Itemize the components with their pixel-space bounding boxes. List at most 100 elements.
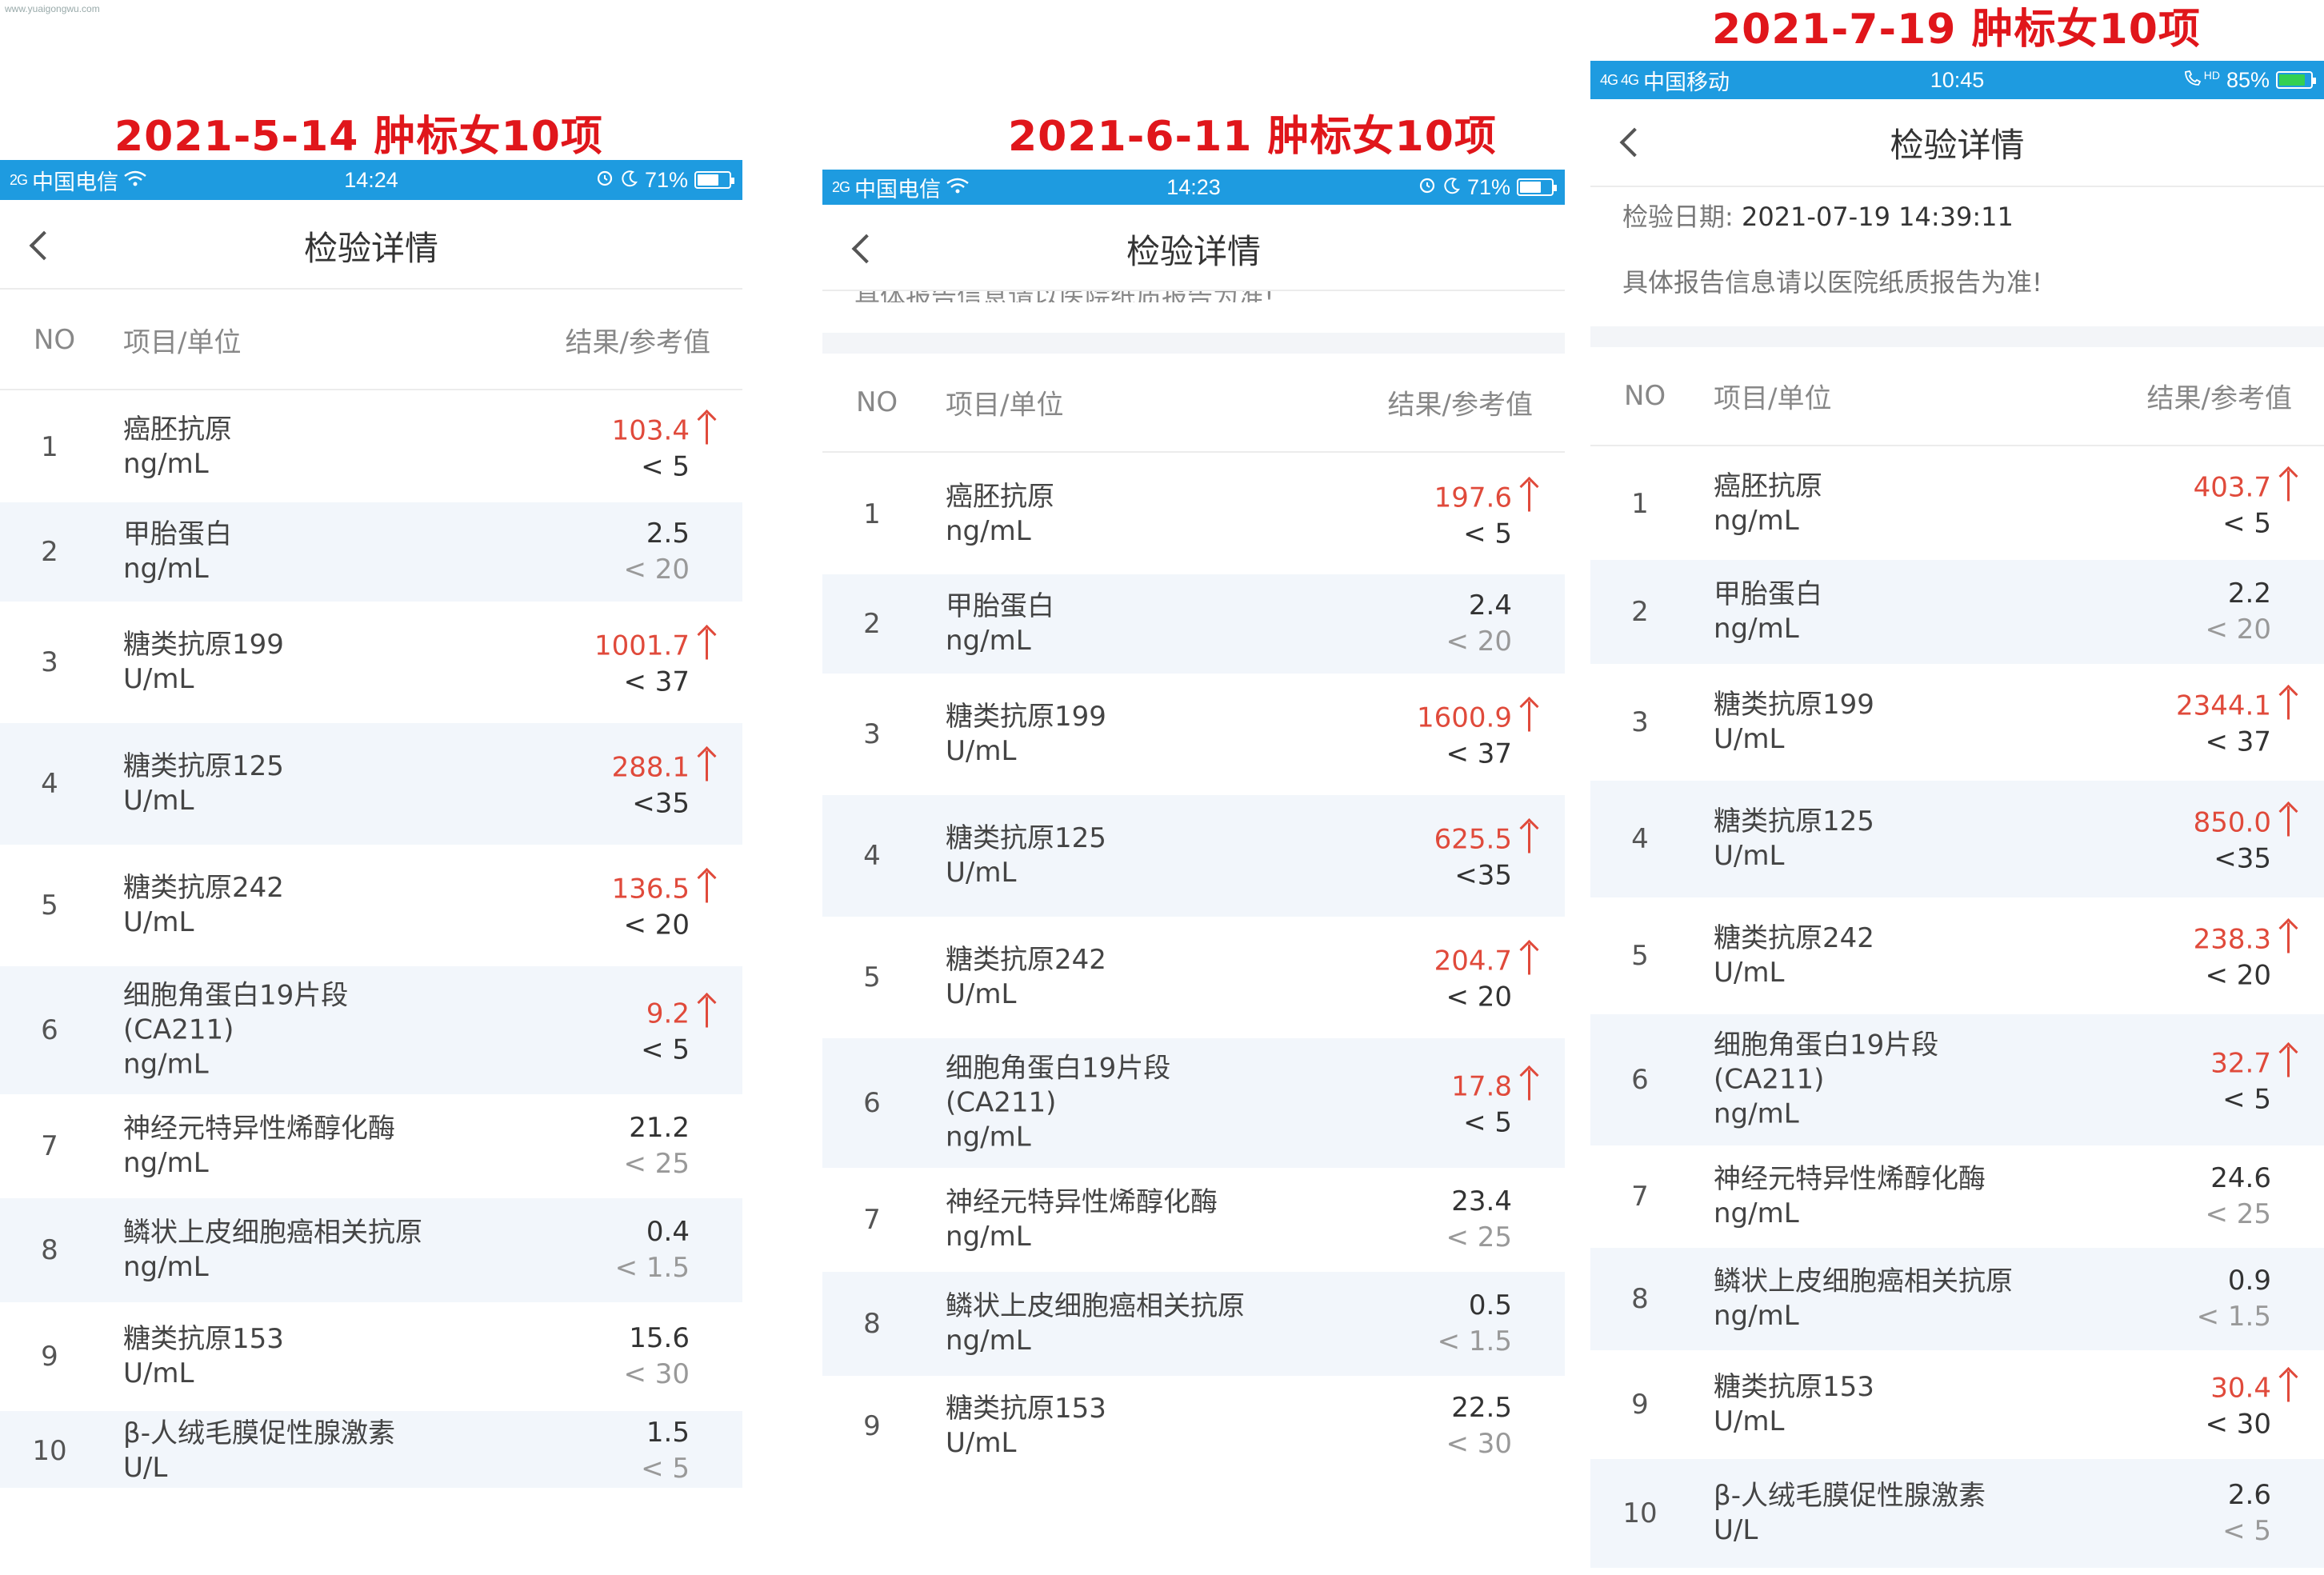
table-row: 4 糖类抗原125 U/mL 288.1 <35 (0, 723, 742, 845)
arrow-up-icon (698, 993, 717, 1028)
item-unit: ng/mL (1714, 1197, 1799, 1229)
reference-value: < 5 (2222, 507, 2271, 540)
item-values: 24.6 < 25 (2205, 1161, 2271, 1233)
item-unit: U/mL (123, 1357, 194, 1389)
item-name-extra: (CA211) (1714, 1063, 1825, 1096)
reference-value: < 25 (1446, 1221, 1512, 1253)
reference-value: < 20 (1446, 981, 1512, 1013)
item-unit: ng/mL (1714, 1097, 1799, 1130)
item-names: 糖类抗原153 U/mL (946, 1392, 1106, 1461)
reference-value: < 5 (1463, 518, 1512, 550)
hd-label: HD (2203, 69, 2220, 82)
caption-screen-2: 2021-6-11 肿标女10项 (1008, 113, 1497, 161)
result-value: 0.5 (1468, 1289, 1512, 1321)
item-names: 糖类抗原199 U/mL (1714, 688, 1874, 757)
screen-3: 4G 4G 中国移动 10:45 HD 85% 检验详情 检验日期: 2021-… (1590, 61, 2324, 1575)
item-values: 22.5 < 30 (1446, 1390, 1512, 1462)
reference-value: < 20 (623, 554, 690, 586)
table-header: NO 项目/单位 结果/参考值 (0, 291, 742, 390)
reference-value: < 20 (1446, 626, 1512, 658)
item-name: 糖类抗原199 (1714, 689, 1874, 721)
item-values: 0.4 < 1.5 (615, 1214, 690, 1286)
item-names: 神经元特异性烯醇化酶 ng/mL (1714, 1162, 1986, 1231)
item-unit: U/mL (946, 1427, 1017, 1459)
header-item: 项目/单位 (946, 389, 1064, 422)
item-name: 细胞角蛋白19片段 (123, 979, 349, 1012)
result-value: 2.6 (2227, 1479, 2271, 1511)
item-unit: ng/mL (946, 1221, 1031, 1253)
item-names: 神经元特异性烯醇化酶 ng/mL (946, 1185, 1218, 1254)
table-row: 3 糖类抗原199 U/mL 1001.7 < 37 (0, 602, 742, 723)
table-row: 2 甲胎蛋白 ng/mL 2.4 < 20 (822, 574, 1565, 674)
row-number: 2 (863, 608, 881, 640)
item-unit: U/mL (123, 785, 194, 817)
item-name: 神经元特异性烯醇化酶 (1714, 1163, 1986, 1195)
table-row: 3 糖类抗原199 U/mL 2344.1 < 37 (1590, 664, 2324, 781)
test-date-value: 2021-07-19 14:39:11 (1741, 202, 2014, 232)
item-unit: ng/mL (946, 1121, 1031, 1153)
table-row: 6 细胞角蛋白19片段 (CA211) ng/mL 9.2 < 5 (0, 966, 742, 1094)
nav-bar: 检验详情 (1590, 99, 2324, 187)
item-name: 癌胚抗原 (123, 414, 232, 446)
table-row: 6 细胞角蛋白19片段 (CA211) ng/mL 17.8 < 5 (822, 1038, 1565, 1168)
arrow-up-icon (2279, 685, 2298, 720)
table-header: NO 项目/单位 结果/参考值 (822, 354, 1565, 453)
table-row: 7 神经元特异性烯醇化酶 ng/mL 21.2 < 25 (0, 1094, 742, 1198)
item-name: 癌胚抗原 (946, 481, 1054, 513)
row-number: 1 (1631, 488, 1649, 520)
screen-1: 2G 中国电信 14:24 71% 检验详情 NO 项目/单位 结果/参考值 1… (0, 160, 742, 1488)
item-names: 癌胚抗原 ng/mL (1714, 470, 1822, 538)
row-number: 9 (41, 1341, 58, 1373)
reference-value: < 20 (623, 909, 690, 941)
item-names: 糖类抗原125 U/mL (1714, 805, 1874, 873)
item-names: 鳞状上皮细胞癌相关抗原 ng/mL (123, 1216, 422, 1285)
table-header: NO 项目/单位 结果/参考值 (1590, 347, 2324, 446)
item-unit: ng/mL (946, 515, 1031, 547)
item-name: 糖类抗原153 (1714, 1371, 1874, 1403)
battery-icon (2276, 71, 2316, 89)
item-values: 23.4 < 25 (1446, 1184, 1512, 1256)
item-name: 糖类抗原199 (123, 629, 284, 661)
reference-value: < 37 (623, 666, 690, 698)
reference-value: < 5 (2222, 1083, 2271, 1116)
row-number: 9 (863, 1410, 881, 1442)
row-number: 4 (41, 768, 58, 800)
reference-value: < 20 (2205, 959, 2271, 992)
item-values: 1001.7 < 37 (594, 625, 708, 701)
item-values: 30.4 < 30 (2205, 1367, 2290, 1443)
caption-screen-3: 2021-7-19 肿标女10项 (1712, 6, 2201, 54)
item-values: 17.8 < 5 (1451, 1065, 1530, 1141)
item-values: 103.4 < 5 (612, 410, 708, 486)
result-value: 0.4 (646, 1216, 690, 1248)
row-number: 1 (863, 498, 881, 530)
item-names: 糖类抗原153 U/mL (123, 1322, 284, 1391)
item-names: 糖类抗原125 U/mL (123, 750, 284, 818)
section-gap (822, 333, 1565, 354)
result-value: 136.5 (611, 873, 690, 905)
item-values: 0.9 < 1.5 (2197, 1263, 2271, 1335)
item-unit: ng/mL (123, 448, 209, 480)
row-number: 2 (1631, 596, 1649, 628)
section-gap (1590, 326, 2324, 347)
arrow-up-icon (2279, 1367, 2298, 1402)
alarm-icon (595, 168, 614, 193)
battery-percent: 71% (644, 167, 688, 192)
table-row: 5 糖类抗原242 U/mL 204.7 < 20 (822, 917, 1565, 1038)
battery-percent: 71% (1466, 174, 1510, 199)
reference-value: < 5 (641, 1453, 690, 1485)
arrow-up-icon (698, 868, 717, 903)
row-number: 3 (1631, 706, 1649, 738)
item-unit: U/mL (946, 735, 1017, 767)
table-row: 2 甲胎蛋白 ng/mL 2.2 < 20 (1590, 560, 2324, 664)
arrow-up-icon (2279, 466, 2298, 502)
nav-bar: 检验详情 (822, 208, 1565, 291)
item-values: 850.0 <35 (2194, 801, 2290, 877)
item-name: 细胞角蛋白19片段 (946, 1052, 1171, 1085)
battery-icon (1517, 178, 1557, 196)
reference-value: < 5 (641, 450, 690, 483)
table-row: 1 癌胚抗原 ng/mL 403.7 < 5 (1590, 448, 2324, 560)
item-name: 糖类抗原125 (946, 822, 1106, 854)
reference-value: < 20 (2205, 614, 2271, 646)
row-number: 5 (41, 889, 58, 921)
screen-2: 2G 中国电信 14:23 71% 检验详情 具体报告信息请以医院纸质报告为准!… (822, 170, 1565, 1493)
